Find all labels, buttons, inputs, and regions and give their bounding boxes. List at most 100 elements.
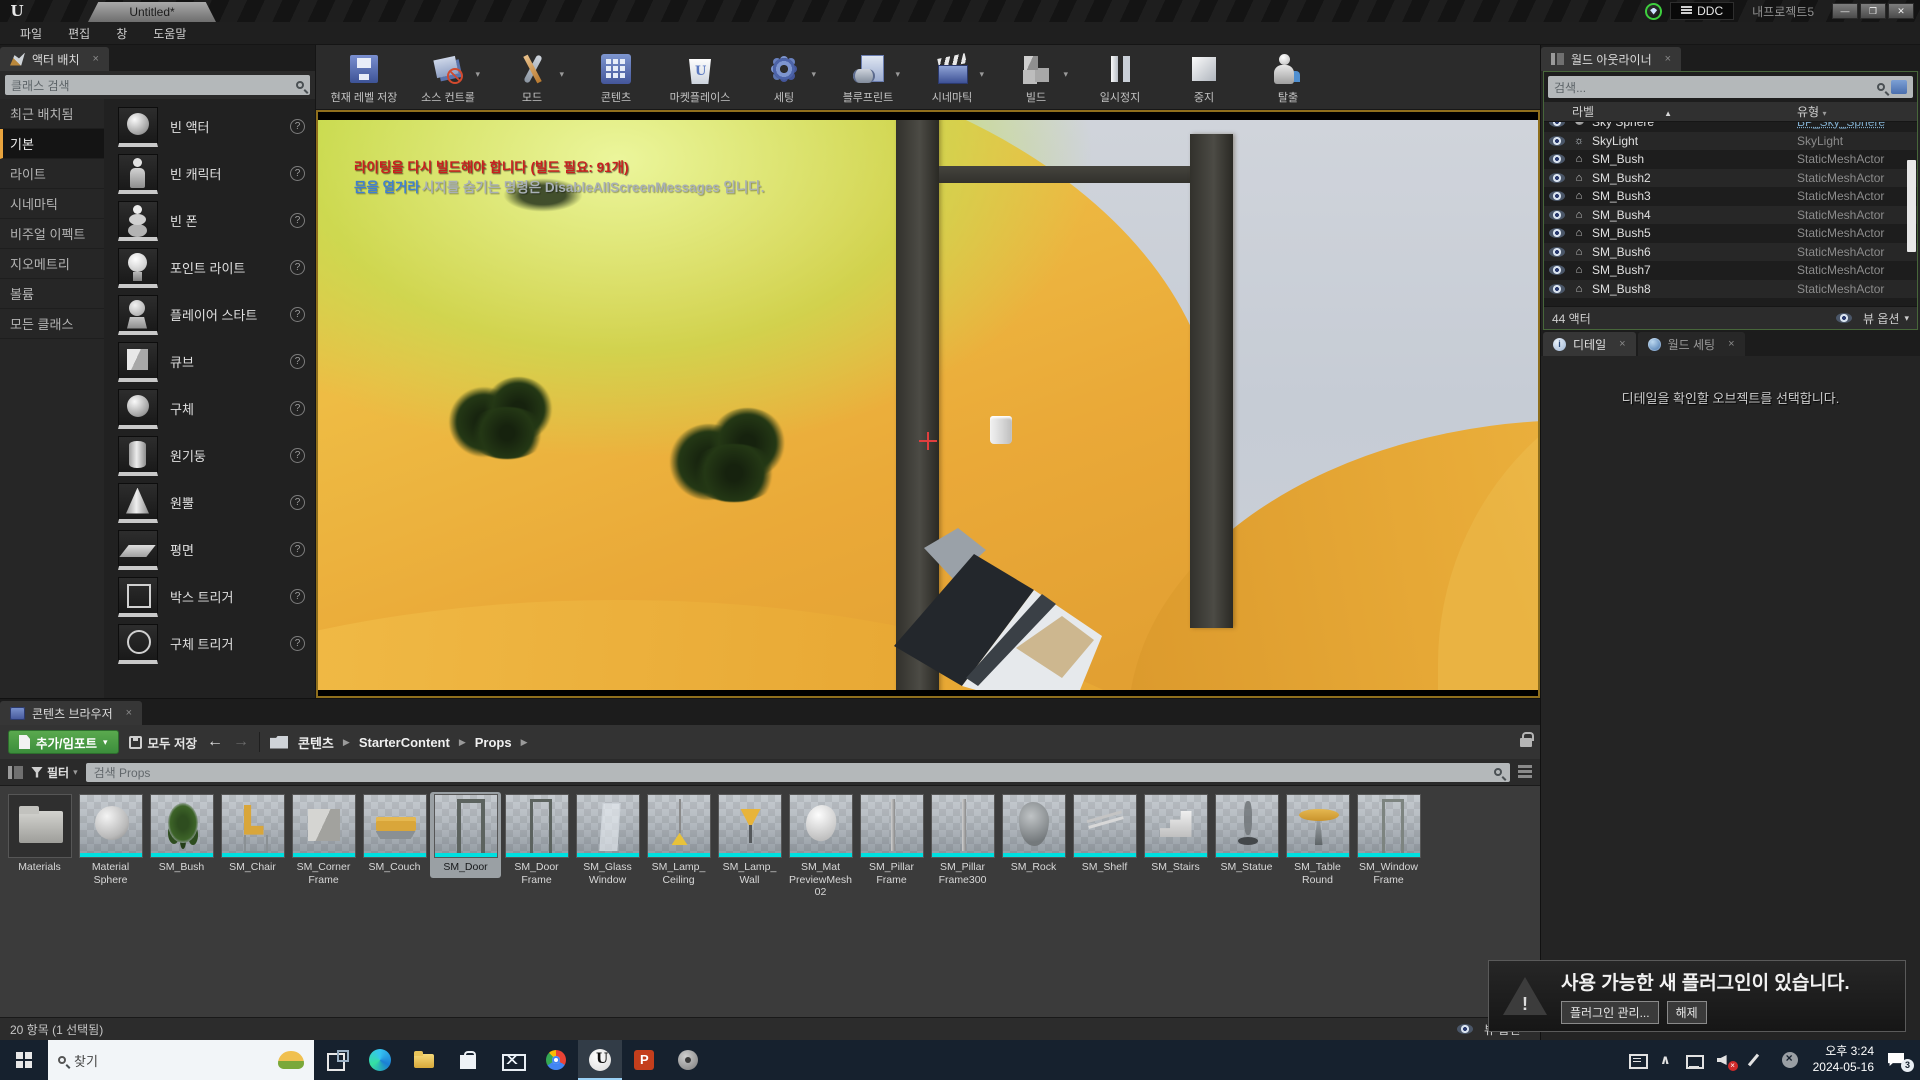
visibility-eye-icon[interactable]	[1549, 154, 1565, 164]
start-button[interactable]	[0, 1040, 48, 1080]
network-icon[interactable]	[1685, 1051, 1703, 1069]
close-icon[interactable]: ×	[1728, 338, 1734, 350]
toolbar-button[interactable]: 현재 레벨 저장	[322, 47, 406, 109]
asset-tile[interactable]: Material Sphere	[75, 792, 146, 890]
outliner-row[interactable]: SM_Bush2 StaticMeshActor	[1544, 169, 1917, 188]
taskbar-app[interactable]	[666, 1040, 710, 1080]
breadcrumb-item[interactable]: StarterContent	[359, 735, 450, 750]
help-icon[interactable]: ?	[290, 260, 305, 275]
maximize-button[interactable]: ❐	[1860, 3, 1886, 19]
toolbar-button[interactable]: ▾ 모드	[490, 47, 574, 109]
help-icon[interactable]: ?	[290, 495, 305, 510]
asset-tile[interactable]: SM_Pillar Frame300	[927, 792, 998, 890]
place-actor-item[interactable]: 구체 트리거 ?	[104, 620, 315, 667]
tray-expand-icon[interactable]: ∧	[1660, 1052, 1671, 1068]
asset-tile[interactable]: SM_Rock	[998, 792, 1069, 878]
category-item[interactable]: 지오메트리	[0, 249, 104, 279]
asset-tile[interactable]: SM_Mat PreviewMesh 02	[785, 792, 856, 903]
toolbar-button[interactable]: 탈출	[1246, 47, 1330, 109]
taskbar-app[interactable]	[358, 1040, 402, 1080]
news-panel-icon[interactable]	[1628, 1051, 1646, 1069]
volume-muted-icon[interactable]	[1717, 1051, 1735, 1069]
chevron-down-icon[interactable]: ▾	[1063, 69, 1068, 80]
place-actor-item[interactable]: 박스 트리거 ?	[104, 573, 315, 620]
chevron-down-icon[interactable]: ▾	[811, 69, 816, 80]
close-button[interactable]: ✕	[1888, 3, 1914, 19]
help-icon[interactable]: ?	[290, 307, 305, 322]
chevron-down-icon[interactable]: ▾	[895, 69, 900, 80]
toolbar-button[interactable]: 마켓플레이스	[658, 47, 742, 109]
outliner-row[interactable]: SM_Bush7 StaticMeshActor	[1544, 261, 1917, 280]
place-actor-item[interactable]: 원뿔 ?	[104, 479, 315, 526]
clock[interactable]: 오후 3:24 2024-05-16	[1813, 1044, 1874, 1075]
close-icon[interactable]: ×	[93, 53, 99, 65]
menu-item[interactable]: 도움말	[141, 22, 198, 45]
asset-tile[interactable]: SM_Shelf	[1069, 792, 1140, 878]
category-item[interactable]: 비주얼 이펙트	[0, 219, 104, 249]
view-options-button[interactable]: 뷰 옵션 ▾	[1831, 310, 1909, 327]
asset-search-input[interactable]: 검색 Props	[86, 763, 1510, 782]
place-actor-item[interactable]: 빈 캐릭터 ?	[104, 150, 315, 197]
level-viewport[interactable]: 라이팅을 다시 빌드해야 합니다 (빌드 필요: 91개) 문을 열거라시지를 …	[316, 110, 1540, 698]
ddc-button[interactable]: DDC	[1670, 2, 1734, 20]
label-column-header[interactable]: 라벨▲	[1544, 103, 1797, 120]
help-icon[interactable]: ?	[290, 636, 305, 651]
taskbar-app[interactable]	[446, 1040, 490, 1080]
taskbar-app[interactable]	[578, 1040, 622, 1080]
asset-tile[interactable]: SM_Stairs	[1140, 792, 1211, 878]
filter-button[interactable]: 필터 ▾	[31, 764, 78, 781]
outliner-search-input[interactable]: 검색...	[1548, 76, 1913, 98]
visibility-eye-icon[interactable]	[1549, 247, 1565, 257]
scrollbar[interactable]	[1907, 160, 1916, 252]
visibility-eye-icon[interactable]	[1549, 136, 1565, 146]
forward-button[interactable]: →	[233, 733, 249, 751]
level-tab[interactable]: Untitled*	[88, 2, 216, 22]
taskbar-app[interactable]	[622, 1040, 666, 1080]
toolbar-button[interactable]: ▾ 빌드	[994, 47, 1078, 109]
chevron-down-icon[interactable]: ▾	[979, 69, 984, 80]
details-tab[interactable]: i 디테일 ×	[1543, 332, 1636, 356]
outliner-row[interactable]: SM_Bush5 StaticMeshActor	[1544, 224, 1917, 243]
lock-icon[interactable]	[1520, 738, 1532, 747]
viewport-scene[interactable]: 라이팅을 다시 빌드해야 합니다 (빌드 필요: 91개) 문을 열거라시지를 …	[318, 120, 1538, 690]
asset-tile[interactable]: SM_Statue	[1211, 792, 1282, 878]
place-actor-item[interactable]: 큐브 ?	[104, 338, 315, 385]
help-icon[interactable]: ?	[290, 354, 305, 369]
help-icon[interactable]: ?	[290, 401, 305, 416]
type-column-header[interactable]: 유형 ▾	[1797, 103, 1917, 120]
asset-tile[interactable]: SM_Lamp_ Wall	[714, 792, 785, 890]
help-icon[interactable]: ?	[290, 119, 305, 134]
category-item[interactable]: 볼륨	[0, 279, 104, 309]
help-icon[interactable]: ?	[290, 589, 305, 604]
compile-status-icon[interactable]	[1645, 3, 1662, 20]
breadcrumb-item[interactable]: Props	[475, 735, 512, 750]
content-browser-tab[interactable]: 콘텐츠 브라우저 ×	[0, 701, 142, 725]
visibility-eye-icon[interactable]	[1549, 210, 1565, 220]
place-actor-item[interactable]: 플레이어 스타트 ?	[104, 291, 315, 338]
taskbar-search-input[interactable]: 찾기	[48, 1040, 314, 1080]
toolbar-button[interactable]: ▾ 시네마틱	[910, 47, 994, 109]
sources-panel-toggle-icon[interactable]	[8, 766, 23, 779]
weather-widget-icon[interactable]	[278, 1051, 304, 1069]
toolbar-button[interactable]: 일시정지	[1078, 47, 1162, 109]
breadcrumb-item[interactable]: 콘텐츠	[298, 733, 334, 752]
asset-tile[interactable]: SM_Couch	[359, 792, 430, 878]
close-icon[interactable]: ×	[1619, 338, 1625, 350]
visibility-eye-icon[interactable]	[1549, 265, 1565, 275]
help-icon[interactable]: ?	[290, 213, 305, 228]
taskbar-app[interactable]	[314, 1040, 358, 1080]
dismiss-button[interactable]: 해제	[1667, 1001, 1707, 1024]
new-folder-icon[interactable]	[1891, 80, 1907, 94]
outliner-row[interactable]: SM_Bush StaticMeshActor	[1544, 150, 1917, 169]
help-icon[interactable]: ?	[290, 166, 305, 181]
taskbar-app[interactable]	[534, 1040, 578, 1080]
asset-tile[interactable]: SM_Table Round	[1282, 792, 1353, 890]
category-item[interactable]: 시네마틱	[0, 189, 104, 219]
asset-tile[interactable]: SM_Chair	[217, 792, 288, 878]
visibility-eye-icon[interactable]	[1549, 228, 1565, 238]
place-actor-item[interactable]: 빈 폰 ?	[104, 197, 315, 244]
category-item[interactable]: 기본	[0, 129, 104, 159]
menu-item[interactable]: 편집	[56, 22, 102, 45]
close-icon[interactable]: ×	[126, 707, 132, 719]
chevron-down-icon[interactable]: ▾	[559, 69, 564, 80]
